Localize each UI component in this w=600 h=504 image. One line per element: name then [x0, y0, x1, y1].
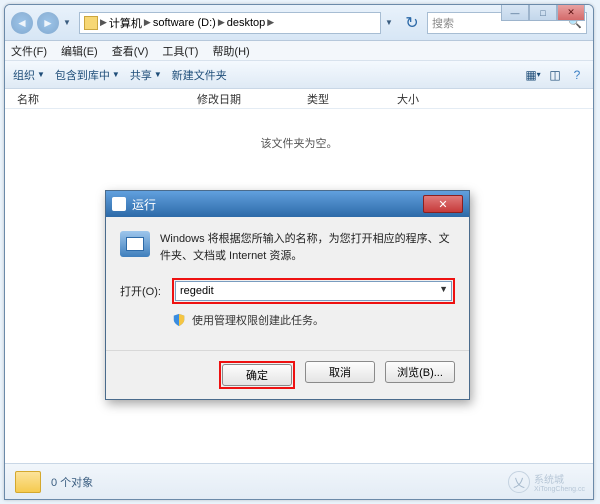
chevron-down-icon: ▼	[112, 70, 120, 79]
chevron-down-icon: ▼	[154, 70, 162, 79]
run-dialog-icon	[112, 197, 126, 211]
highlight-ok: 确定	[219, 361, 295, 389]
folder-icon	[84, 16, 98, 30]
column-name[interactable]: 名称	[17, 91, 197, 107]
include-label: 包含到库中	[55, 67, 110, 83]
minimize-button[interactable]: —	[501, 5, 529, 21]
empty-folder-text: 该文件夹为空。	[261, 135, 338, 151]
share-button[interactable]: 共享 ▼	[130, 67, 162, 83]
search-placeholder: 搜索	[432, 15, 454, 31]
browse-button[interactable]: 浏览(B)...	[385, 361, 455, 383]
organize-label: 组织	[13, 67, 35, 83]
watermark-sub: XiTongCheng.cc	[534, 486, 585, 493]
folder-icon	[15, 471, 41, 493]
toolbar: 组织 ▼ 包含到库中 ▼ 共享 ▼ 新建文件夹 ▦▾ ◫ ?	[5, 61, 593, 89]
organize-button[interactable]: 组织 ▼	[13, 67, 45, 83]
new-folder-label: 新建文件夹	[172, 67, 227, 83]
menu-edit[interactable]: 编辑(E)	[61, 43, 98, 59]
open-label: 打开(O):	[120, 283, 168, 299]
menu-file[interactable]: 文件(F)	[11, 43, 47, 59]
menu-view[interactable]: 查看(V)	[112, 43, 149, 59]
dialog-button-row: 确定 取消 浏览(B)...	[106, 350, 469, 399]
dialog-title-bar[interactable]: 运行 ✕	[106, 191, 469, 217]
status-text: 0 个对象	[51, 474, 93, 490]
share-label: 共享	[130, 67, 152, 83]
ok-button[interactable]: 确定	[222, 364, 292, 386]
include-library-button[interactable]: 包含到库中 ▼	[55, 67, 120, 83]
chevron-down-icon: ▼	[37, 70, 45, 79]
watermark-text: 系统城	[534, 471, 585, 486]
forward-button[interactable]: ►	[37, 12, 59, 34]
breadcrumb-segment[interactable]: desktop	[227, 17, 266, 29]
chevron-right-icon: ▶	[144, 17, 151, 28]
close-button[interactable]: ✕	[557, 5, 585, 21]
admin-privilege-row: 使用管理权限创建此任务。	[120, 312, 455, 328]
dialog-description: Windows 将根据您所输入的名称，为您打开相应的程序、文件夹、文档或 Int…	[160, 231, 455, 264]
new-folder-button[interactable]: 新建文件夹	[172, 67, 227, 83]
back-button[interactable]: ◄	[11, 12, 33, 34]
menu-tools[interactable]: 工具(T)	[162, 43, 198, 59]
column-type[interactable]: 类型	[307, 91, 397, 107]
status-bar: 0 个对象 乂 系统城 XiTongCheng.cc	[5, 463, 593, 499]
chevron-down-icon[interactable]: ▼	[439, 284, 448, 294]
chevron-right-icon: ▶	[218, 17, 225, 28]
open-input[interactable]	[175, 281, 452, 301]
dialog-title: 运行	[132, 196, 156, 213]
dialog-input-row: 打开(O): ▼	[120, 278, 455, 304]
highlight-input: ▼	[172, 278, 455, 304]
toolbar-left: 组织 ▼ 包含到库中 ▼ 共享 ▼ 新建文件夹	[13, 67, 227, 83]
cancel-button[interactable]: 取消	[305, 361, 375, 383]
dialog-body: Windows 将根据您所输入的名称，为您打开相应的程序、文件夹、文档或 Int…	[106, 217, 469, 350]
run-icon	[120, 231, 150, 257]
dialog-close-button[interactable]: ✕	[423, 195, 463, 213]
run-dialog: 运行 ✕ Windows 将根据您所输入的名称，为您打开相应的程序、文件夹、文档…	[105, 190, 470, 400]
watermark: 乂 系统城 XiTongCheng.cc	[508, 471, 585, 493]
history-dropdown-icon[interactable]: ▼	[63, 18, 75, 27]
refresh-button[interactable]: ↻	[401, 12, 423, 34]
window-controls: — □ ✕	[501, 5, 585, 21]
maximize-button[interactable]: □	[529, 5, 557, 21]
breadcrumb[interactable]: ▶ 计算机 ▶ software (D:) ▶ desktop ▶	[79, 12, 381, 34]
dialog-description-row: Windows 将根据您所输入的名称，为您打开相应的程序、文件夹、文档或 Int…	[120, 231, 455, 264]
open-combobox[interactable]: ▼	[175, 281, 452, 301]
menu-help[interactable]: 帮助(H)	[212, 43, 249, 59]
column-date[interactable]: 修改日期	[197, 91, 307, 107]
toolbar-right: ▦▾ ◫ ?	[525, 67, 585, 83]
watermark-icon: 乂	[508, 471, 530, 493]
menu-bar: 文件(F) 编辑(E) 查看(V) 工具(T) 帮助(H)	[5, 41, 593, 61]
shield-icon	[172, 313, 186, 327]
chevron-right-icon: ▶	[100, 17, 107, 28]
help-icon[interactable]: ?	[569, 67, 585, 83]
column-size[interactable]: 大小	[397, 91, 477, 107]
admin-text: 使用管理权限创建此任务。	[192, 312, 324, 328]
path-dropdown-icon[interactable]: ▼	[385, 18, 397, 27]
preview-pane-button[interactable]: ◫	[547, 67, 563, 83]
chevron-right-icon: ▶	[267, 17, 274, 28]
view-mode-button[interactable]: ▦▾	[525, 67, 541, 83]
breadcrumb-segment[interactable]: 计算机	[109, 15, 142, 31]
column-headers: 名称 修改日期 类型 大小	[5, 89, 593, 109]
breadcrumb-segment[interactable]: software (D:)	[153, 17, 216, 29]
